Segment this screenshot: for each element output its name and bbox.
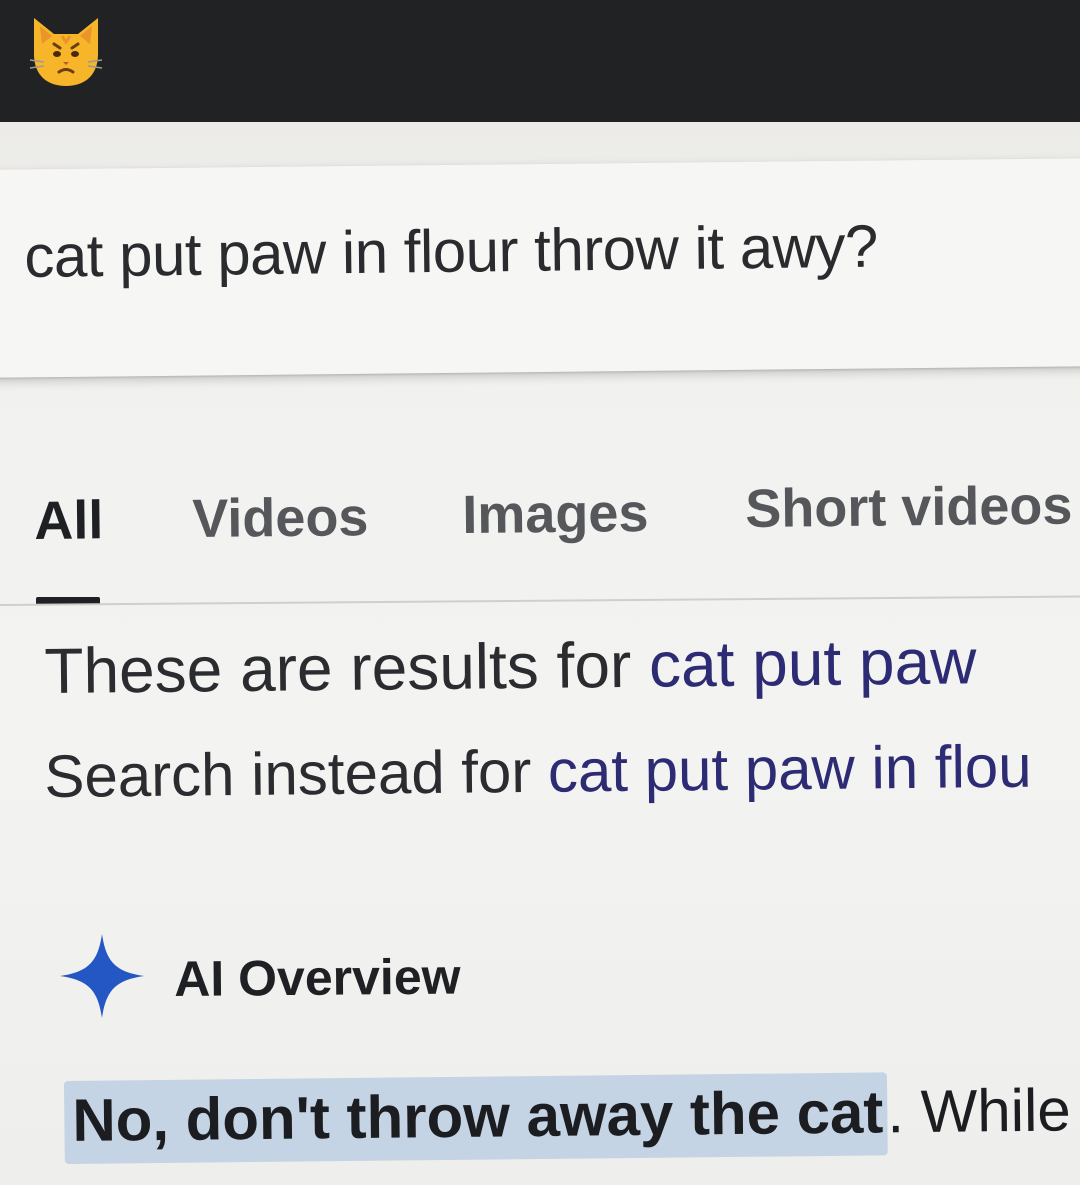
instead-prefix: Search instead for — [44, 737, 549, 810]
ai-overview-title: AI Overview — [174, 948, 461, 1007]
tabs-divider — [0, 595, 1080, 606]
search-query-text[interactable]: cat put paw in flour throw it awy? — [24, 212, 878, 291]
tab-short-videos[interactable]: Short videos — [745, 475, 1073, 540]
corrected-query-link[interactable]: cat put paw — [649, 625, 977, 700]
original-query-link[interactable]: cat put paw in flou — [548, 733, 1032, 805]
search-tabs: All Videos Images Short videos — [0, 472, 1080, 562]
results-prefix: These are results for — [44, 628, 650, 707]
tab-all[interactable]: All — [34, 489, 104, 552]
pouting-cat-emoji-icon — [29, 18, 103, 86]
search-results-screen: cat put paw in flour throw it awy? All V… — [0, 122, 1080, 1185]
tab-images[interactable]: Images — [462, 482, 649, 546]
highlighted-answer: No, don't throw away the cat — [63, 1072, 888, 1164]
ai-overview-answer: No, don't throw away the cat. While — [63, 1072, 1072, 1164]
search-instead-for: Search instead for cat put paw in flou — [44, 732, 1032, 811]
showing-results-for: These are results for cat put paw — [44, 624, 977, 708]
sparkle-icon — [60, 934, 144, 1018]
tab-videos[interactable]: Videos — [192, 486, 369, 550]
top-bar — [0, 0, 1080, 122]
answer-continuation: . While — [886, 1076, 1072, 1146]
